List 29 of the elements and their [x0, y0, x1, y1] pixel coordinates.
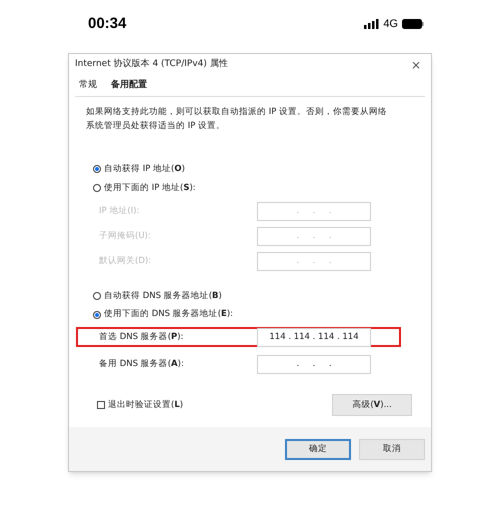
- field-label: IP 地址(I):: [99, 205, 140, 218]
- close-button[interactable]: ×: [410, 56, 421, 74]
- tab[interactable]: 常规: [79, 78, 97, 94]
- radio-label: 自动获得 IP 地址(O): [104, 163, 185, 176]
- time: 00:34: [88, 14, 126, 34]
- network-label: 4G: [383, 16, 398, 32]
- radio-button[interactable]: [93, 292, 101, 300]
- description-text: 如果网络支持此功能，则可以获取自动指派的 IP 设置。否则，你需要从网络系统管理员处获得适当的 IP 设置。: [85, 106, 388, 133]
- ip-address-field[interactable]: . . .: [257, 354, 371, 374]
- battery-icon: [402, 19, 424, 29]
- field-label: 子网掩码(U):: [99, 230, 151, 243]
- signal-icon: [364, 19, 380, 29]
- checkbox[interactable]: [97, 401, 105, 409]
- dialog-button[interactable]: 取消: [359, 438, 425, 460]
- radio-button[interactable]: [93, 184, 101, 192]
- field-label: 首选 DNS 服务器(P):: [99, 330, 184, 344]
- checkbox-label: 退出时验证设置(L): [108, 398, 184, 412]
- dialog-button[interactable]: 确定: [285, 438, 351, 460]
- radio-label: 使用下面的 IP 地址(S):: [104, 182, 196, 194]
- tab[interactable]: 备用配置: [111, 78, 147, 94]
- ip-address-field[interactable]: 114 . 114 . 114 . 114: [257, 328, 371, 346]
- radio-label: 自动获得 DNS 服务器地址(B): [104, 290, 222, 302]
- field-label: 备用 DNS 服务器(A):: [99, 358, 184, 370]
- window-title: Internet 协议版本 4 (TCP/IPv4) 属性: [75, 58, 228, 72]
- radio-button[interactable]: [93, 310, 101, 319]
- radio-label: 使用下面的 DNS 服务器地址(E):: [104, 308, 234, 321]
- field-label: 默认网关(D):: [99, 255, 152, 268]
- advanced-button[interactable]: 高级(V)...: [332, 394, 412, 416]
- radio-button[interactable]: [93, 165, 101, 174]
